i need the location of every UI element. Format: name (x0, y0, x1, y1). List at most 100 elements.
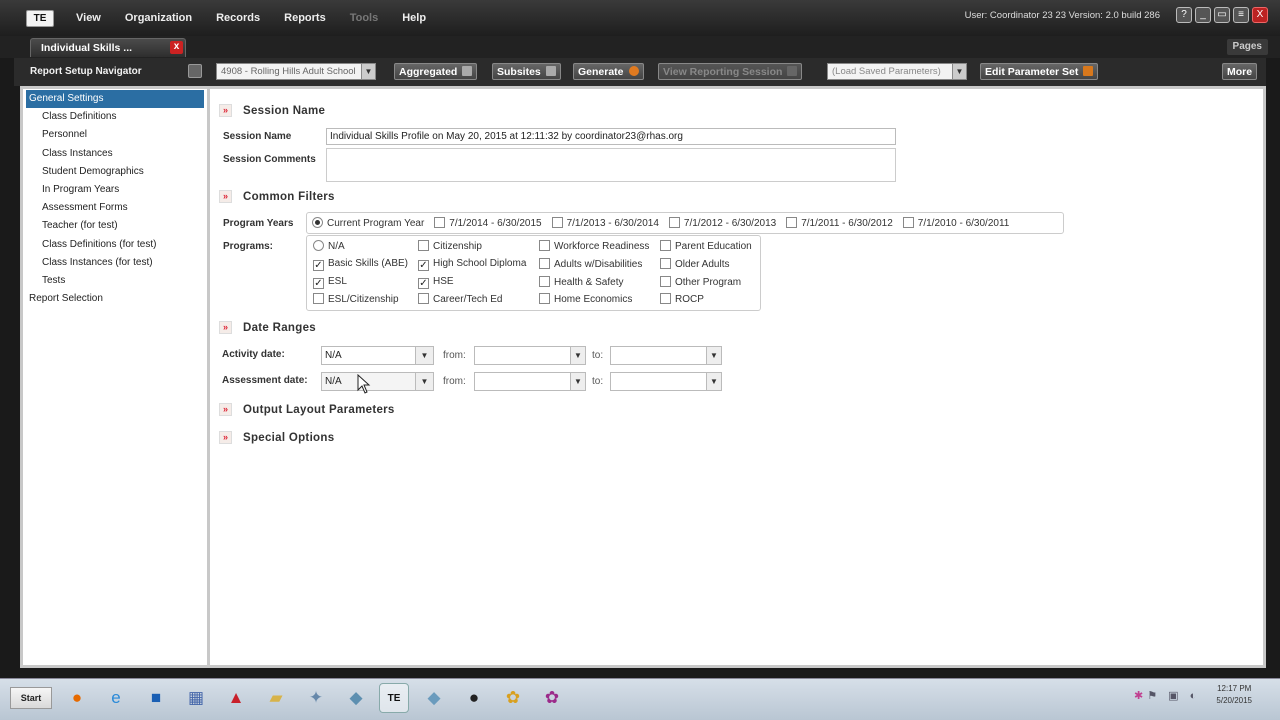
checkbox[interactable] (313, 293, 324, 304)
navigator-item[interactable]: Report Selection (23, 290, 207, 308)
start-button[interactable]: Start (10, 687, 52, 709)
program-option[interactable]: Health & Safety (539, 276, 623, 288)
special-options-section-header[interactable]: » Special Options (219, 431, 334, 444)
navigator-item[interactable]: Assessment Forms (23, 199, 207, 217)
flower-app-icon[interactable]: ✿ (498, 683, 528, 713)
edit-parameter-set-button[interactable]: Edit Parameter Set (980, 63, 1099, 80)
firefox-icon[interactable]: ● (62, 683, 92, 713)
pages-button[interactable]: Pages (1226, 39, 1268, 55)
checkbox[interactable]: ✓ (418, 260, 429, 271)
session-name-section-header[interactable]: » Session Name (219, 104, 325, 117)
checkbox[interactable] (786, 217, 798, 228)
checkbox[interactable] (539, 240, 550, 251)
activity-from-date[interactable]: ▼ (474, 346, 586, 365)
checkbox[interactable] (539, 276, 550, 287)
program-option[interactable]: ✓ ESL (313, 276, 347, 289)
activity-to-date[interactable]: ▼ (610, 346, 722, 365)
program-option[interactable]: Workforce Readiness (539, 240, 649, 252)
radio-button[interactable] (312, 217, 323, 228)
site-select[interactable]: 4908 - Rolling Hills Adult School ▼ (216, 63, 376, 80)
tab-individual-skills[interactable]: Individual Skills ... x (30, 38, 186, 57)
navigator-item[interactable]: Personnel (23, 126, 207, 144)
flower-app-2-icon[interactable]: ✿ (537, 683, 567, 713)
close-window-button[interactable]: X (1252, 7, 1268, 23)
common-filters-section-header[interactable]: » Common Filters (219, 190, 335, 203)
expand-collapse-icon[interactable]: » (219, 403, 232, 416)
te-app-taskbar-icon[interactable]: TE (379, 683, 409, 713)
program-option[interactable]: Home Economics (539, 293, 632, 305)
checkbox[interactable]: ✓ (313, 260, 324, 271)
calendar-dropdown-icon[interactable]: ▼ (706, 347, 721, 364)
app-icon-2[interactable]: ◆ (419, 683, 449, 713)
checkbox[interactable] (434, 217, 446, 228)
session-comments-textarea[interactable] (326, 148, 896, 182)
folder-icon[interactable]: ▰ (261, 683, 291, 713)
checkbox[interactable] (539, 293, 550, 304)
generate-button[interactable]: Generate (573, 63, 644, 80)
calendar-dropdown-icon[interactable]: ▼ (570, 373, 585, 390)
checkbox[interactable]: ✓ (418, 278, 429, 289)
navigator-item[interactable]: Student Demographics (23, 163, 207, 181)
more-button[interactable]: More (1222, 63, 1258, 80)
menu-reports[interactable]: Reports (284, 12, 326, 24)
navigator-item[interactable]: Tests (23, 272, 207, 290)
subsites-button[interactable]: Subsites (492, 63, 561, 80)
restore-button[interactable]: ▭ (1214, 7, 1230, 23)
checkbox[interactable] (539, 258, 550, 269)
checkbox[interactable] (418, 293, 429, 304)
program-option[interactable]: N/A (313, 240, 345, 252)
load-saved-parameters-select[interactable]: (Load Saved Parameters) ▼ (827, 63, 967, 80)
expand-collapse-icon[interactable]: » (219, 431, 232, 444)
activity-date-select[interactable]: N/A ▼ (321, 346, 434, 365)
acrobat-icon[interactable]: ▲ (221, 683, 251, 713)
menu-view[interactable]: View (76, 12, 101, 24)
close-tab-icon[interactable]: x (170, 41, 183, 54)
internet-explorer-icon[interactable]: e (101, 683, 131, 713)
menu-records[interactable]: Records (216, 12, 260, 24)
radio-button[interactable] (313, 240, 324, 251)
expand-collapse-icon[interactable]: » (219, 321, 232, 334)
program-option[interactable]: ESL/Citizenship (313, 293, 399, 305)
assessment-to-date[interactable]: ▼ (610, 372, 722, 391)
navigator-item[interactable]: General Settings (26, 90, 204, 109)
program-option[interactable]: Other Program (660, 276, 741, 288)
calendar-dropdown-icon[interactable]: ▼ (706, 373, 721, 390)
program-year-option[interactable]: 7/1/2010 - 6/30/2011 (902, 217, 1009, 229)
session-name-input[interactable]: Individual Skills Profile on May 20, 201… (326, 128, 896, 145)
checkbox[interactable] (660, 240, 671, 251)
navigator-item[interactable]: Teacher (for test) (23, 217, 207, 235)
help-button[interactable]: ? (1176, 7, 1192, 23)
tools-icon[interactable]: ✦ (301, 683, 331, 713)
program-year-option[interactable]: 7/1/2013 - 6/30/2014 (551, 217, 659, 229)
program-option[interactable]: ✓ HSE (418, 276, 454, 289)
navigator-item[interactable]: Class Definitions (for test) (23, 236, 207, 254)
expand-collapse-icon[interactable]: » (219, 190, 232, 203)
app-icon[interactable]: ◆ (341, 683, 371, 713)
checkbox[interactable] (551, 217, 563, 228)
program-option[interactable]: ✓ High School Diploma (418, 258, 526, 271)
grid-app-icon[interactable]: ▦ (181, 683, 211, 713)
chat-icon[interactable]: ● (459, 683, 489, 713)
outlook-icon[interactable]: ■ (141, 683, 171, 713)
expand-collapse-icon[interactable]: » (219, 104, 232, 117)
checkbox[interactable]: ✓ (313, 278, 324, 289)
checkbox[interactable] (660, 293, 671, 304)
clock[interactable]: 12:17 PM 5/20/2015 (1216, 683, 1252, 707)
navigator-pin-icon[interactable] (188, 64, 202, 78)
checkbox[interactable] (902, 217, 914, 228)
navigator-item[interactable]: In Program Years (23, 181, 207, 199)
checkbox[interactable] (668, 217, 680, 228)
program-option[interactable]: ✓ Basic Skills (ABE) (313, 258, 408, 271)
program-year-option[interactable]: 7/1/2014 - 6/30/2015 (434, 217, 542, 229)
checkbox[interactable] (660, 258, 671, 269)
program-option[interactable]: Career/Tech Ed (418, 293, 502, 305)
program-option[interactable]: Adults w/Disabilities (539, 258, 642, 270)
program-year-option[interactable]: 7/1/2011 - 6/30/2012 (786, 217, 893, 229)
output-layout-section-header[interactable]: » Output Layout Parameters (219, 403, 395, 416)
menu-organization[interactable]: Organization (125, 12, 192, 24)
aggregated-button[interactable]: Aggregated (394, 63, 478, 80)
navigator-item[interactable]: Class Definitions (23, 108, 207, 126)
assessment-from-date[interactable]: ▼ (474, 372, 586, 391)
program-option[interactable]: Parent Education (660, 240, 752, 252)
program-option[interactable]: Citizenship (418, 240, 482, 252)
